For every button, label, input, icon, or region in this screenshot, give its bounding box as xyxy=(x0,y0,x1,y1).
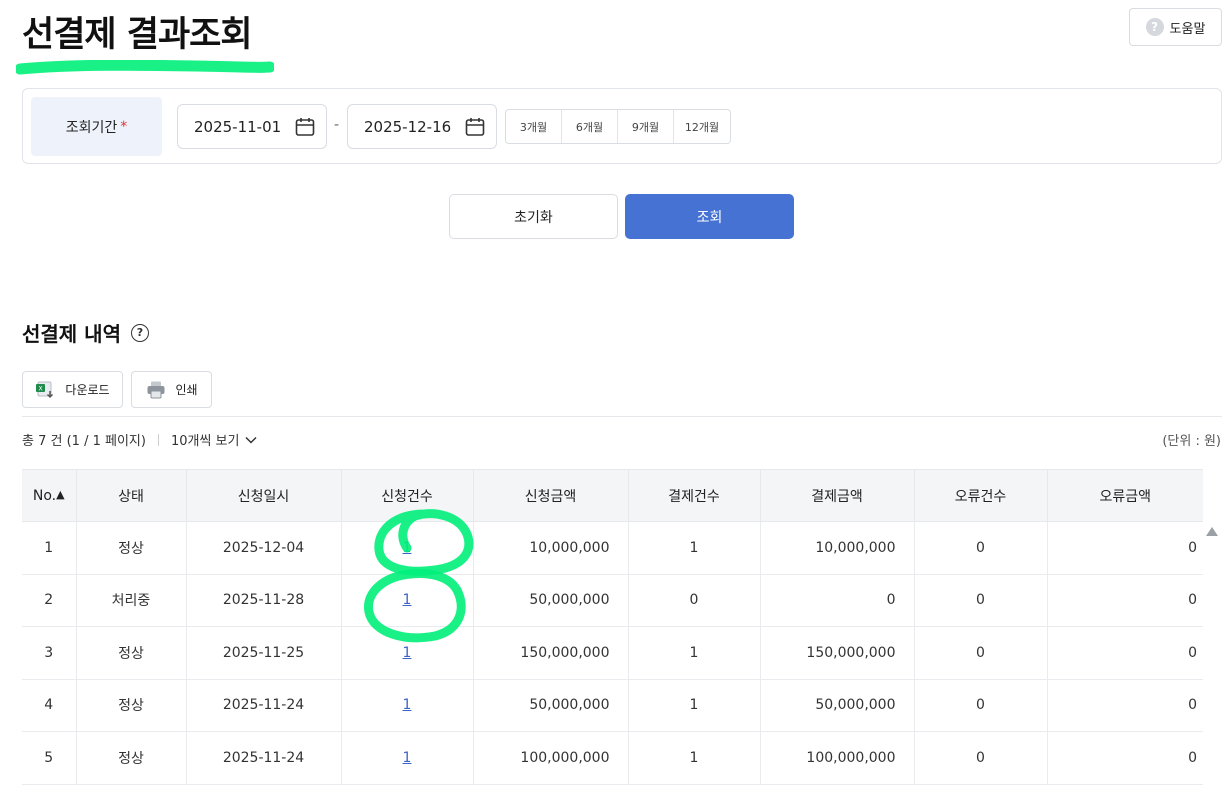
request-count-link[interactable]: 1 xyxy=(403,697,412,713)
period-12-months-button[interactable]: 12개월 xyxy=(674,110,730,143)
start-date-value: 2025-11-01 xyxy=(194,117,282,136)
request-count-link[interactable]: 1 xyxy=(403,645,412,661)
section-title: 선결제 내역 ? xyxy=(22,318,149,347)
unit-label: (단위 : 원) xyxy=(1162,434,1221,449)
column-header-payment-amount: 결제금액 xyxy=(760,469,915,522)
column-header-request-amount: 신청금액 xyxy=(473,469,629,522)
table-row: 3 정상 2025-11-25 1 150,000,000 1 150,000,… xyxy=(22,626,1203,680)
section-divider xyxy=(22,416,1222,417)
sort-asc-icon: ▲ xyxy=(56,487,65,501)
page-size-select[interactable]: 10개씩 보기 xyxy=(171,430,258,449)
table-row: 2 처리중 2025-11-28 1 50,000,000 0 0 0 0 xyxy=(22,574,1203,627)
request-count-link[interactable]: 1 xyxy=(403,592,412,608)
column-header-status: 상태 xyxy=(76,469,187,522)
period-6-months-button[interactable]: 6개월 xyxy=(562,110,618,143)
summary-separator xyxy=(157,433,159,446)
table-row: 4 정상 2025-11-24 1 50,000,000 1 50,000,00… xyxy=(22,679,1203,732)
svg-text:X: X xyxy=(39,385,43,392)
request-count-link[interactable]: 1 xyxy=(403,540,412,556)
question-circle-icon: ? xyxy=(1145,18,1164,36)
calendar-icon[interactable] xyxy=(464,116,486,138)
column-header-error-amount: 오류금액 xyxy=(1047,469,1203,522)
date-range-dash: - xyxy=(334,117,340,133)
period-quick-select: 3개월 6개월 9개월 12개월 xyxy=(505,109,731,144)
page-title: 선결제 결과조회 xyxy=(22,15,253,55)
download-button[interactable]: X 다운로드 xyxy=(22,371,123,408)
required-mark: * xyxy=(120,118,128,135)
column-header-request-date: 신청일시 xyxy=(186,469,342,522)
scroll-up-arrow-icon[interactable] xyxy=(1206,527,1218,536)
period-9-months-button[interactable]: 9개월 xyxy=(618,110,674,143)
table-row: 5 정상 2025-11-24 1 100,000,000 1 100,000,… xyxy=(22,731,1203,785)
question-circle-icon[interactable]: ? xyxy=(130,323,149,342)
start-date-input[interactable]: 2025-11-01 xyxy=(177,104,327,149)
calendar-icon[interactable] xyxy=(294,116,316,138)
search-button[interactable]: 조회 xyxy=(625,194,794,239)
results-table: No.▲ 상태 신청일시 신청건수 신청금액 결제건수 결제금액 오류건수 오류… xyxy=(22,469,1203,785)
column-header-request-count: 신청건수 xyxy=(341,469,474,522)
table-header-row: No.▲ 상태 신청일시 신청건수 신청금액 결제건수 결제금액 오류건수 오류… xyxy=(22,469,1203,522)
printer-icon xyxy=(147,381,165,398)
column-header-payment-count: 결제건수 xyxy=(628,469,761,522)
period-label: 조회기간 * xyxy=(31,97,162,156)
excel-download-icon: X xyxy=(36,381,54,398)
column-header-error-count: 오류건수 xyxy=(914,469,1048,522)
chevron-down-icon xyxy=(245,436,257,444)
end-date-value: 2025-12-16 xyxy=(364,117,452,136)
total-count-text: 총 7 건 (1 / 1 페이지) xyxy=(22,434,146,449)
table-row: 1 정상 2025-12-04 1 10,000,000 1 10,000,00… xyxy=(22,521,1203,575)
search-filter-panel: 조회기간 * 2025-11-01 - 2025-12-16 3개월 6개월 9개… xyxy=(22,88,1222,164)
column-header-no[interactable]: No.▲ xyxy=(22,469,77,522)
request-count-link[interactable]: 1 xyxy=(403,750,412,766)
reset-button[interactable]: 초기화 xyxy=(449,194,618,239)
help-button[interactable]: ? 도움말 xyxy=(1129,8,1222,46)
help-label: 도움말 xyxy=(1169,21,1206,37)
end-date-input[interactable]: 2025-12-16 xyxy=(347,104,497,149)
print-button[interactable]: 인쇄 xyxy=(131,371,212,408)
result-summary: 총 7 건 (1 / 1 페이지) 10개씩 보기 xyxy=(22,430,257,449)
period-3-months-button[interactable]: 3개월 xyxy=(506,110,562,143)
highlight-marker-stroke xyxy=(16,60,274,75)
